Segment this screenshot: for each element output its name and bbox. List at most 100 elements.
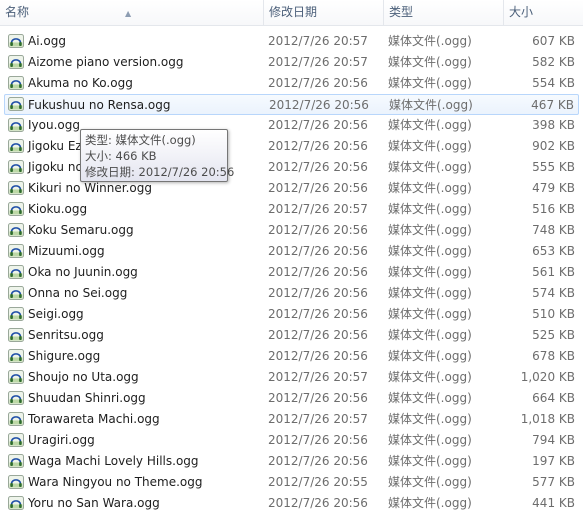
file-name: Mizuumi.ogg <box>28 244 105 258</box>
headphones-media-icon <box>8 159 24 175</box>
file-name: Torawareta Machi.ogg <box>28 412 160 426</box>
file-row[interactable]: Akuma no Ko.ogg 2012/7/26 20:56 媒体文件(.ogg)… <box>0 73 583 94</box>
file-row[interactable]: Ai.ogg 2012/7/26 20:57 媒体文件(.ogg) 607 KB <box>0 31 583 52</box>
file-size: 197 KB <box>532 454 575 468</box>
file-name: Seigi.ogg <box>28 307 84 321</box>
headphones-media-icon <box>8 390 24 406</box>
file-date: 2012/7/26 20:56 <box>269 98 369 112</box>
file-name: Uragiri.ogg <box>28 433 95 447</box>
headphones-media-icon <box>8 348 24 364</box>
headphones-media-icon <box>8 117 24 133</box>
file-date: 2012/7/26 20:57 <box>268 55 368 69</box>
headphones-media-icon <box>8 495 24 511</box>
file-row[interactable]: Shuudan Shinri.ogg 2012/7/26 20:56 媒体文件(.o… <box>0 388 583 409</box>
file-row[interactable]: Fukushuu no Rensa.ogg 2012/7/26 20:56 媒体文件… <box>4 94 579 115</box>
column-header-size-label: 大小 <box>509 5 534 19</box>
file-size: 574 KB <box>532 286 575 300</box>
file-name: Fukushuu no Rensa.ogg <box>28 98 171 112</box>
file-row[interactable]: Onna no Sei.ogg 2012/7/26 20:56 媒体文件(.ogg)… <box>0 283 583 304</box>
file-date: 2012/7/26 20:56 <box>268 139 368 153</box>
file-date: 2012/7/26 20:56 <box>268 181 368 195</box>
file-type: 媒体文件(.ogg) <box>388 349 472 363</box>
file-name: Ai.ogg <box>28 34 66 48</box>
file-row[interactable]: Shoujo no Uta.ogg 2012/7/26 20:57 媒体文件(.og… <box>0 367 583 388</box>
column-header-size[interactable]: 大小 <box>503 0 583 25</box>
file-name: Koku Semaru.ogg <box>28 223 134 237</box>
headphones-media-icon <box>8 285 24 301</box>
file-size: 510 KB <box>532 307 575 321</box>
file-list: Ai.ogg 2012/7/26 20:57 媒体文件(.ogg) 607 KB Aiz… <box>0 31 583 514</box>
file-type: 媒体文件(.ogg) <box>388 391 472 405</box>
file-type: 媒体文件(.ogg) <box>388 223 472 237</box>
file-type: 媒体文件(.ogg) <box>388 307 472 321</box>
file-date: 2012/7/26 20:56 <box>268 496 368 510</box>
file-name: Jigoku no <box>28 160 83 174</box>
file-size: 607 KB <box>532 34 575 48</box>
headphones-media-icon <box>8 474 24 490</box>
file-row[interactable]: Shigure.ogg 2012/7/26 20:56 媒体文件(.ogg) 678 … <box>0 346 583 367</box>
column-header-date-label: 修改日期 <box>269 5 318 19</box>
file-date: 2012/7/26 20:56 <box>268 160 368 174</box>
file-type: 媒体文件(.ogg) <box>388 412 472 426</box>
file-size: 441 KB <box>532 496 575 510</box>
file-type: 媒体文件(.ogg) <box>388 475 472 489</box>
file-name: Shoujo no Uta.ogg <box>28 370 139 384</box>
tooltip-date: 修改日期: 2012/7/26 20:56 <box>85 165 235 179</box>
file-row[interactable]: Seigi.ogg 2012/7/26 20:56 媒体文件(.ogg) 510 KB <box>0 304 583 325</box>
file-row[interactable]: Uragiri.ogg 2012/7/26 20:56 媒体文件(.ogg) 794 … <box>0 430 583 451</box>
file-row[interactable]: Oka no Juunin.ogg 2012/7/26 20:56 媒体文件(.og… <box>0 262 583 283</box>
file-date: 2012/7/26 20:56 <box>268 118 368 132</box>
headphones-media-icon <box>8 306 24 322</box>
tooltip-type: 类型: 媒体文件(.ogg) <box>85 133 196 147</box>
file-date: 2012/7/26 20:56 <box>268 307 368 321</box>
file-type: 媒体文件(.ogg) <box>388 328 472 342</box>
file-type: 媒体文件(.ogg) <box>389 98 473 112</box>
headphones-media-icon <box>8 432 24 448</box>
file-type: 媒体文件(.ogg) <box>388 244 472 258</box>
file-type: 媒体文件(.ogg) <box>388 370 472 384</box>
file-date: 2012/7/26 20:56 <box>268 223 368 237</box>
column-header-type-label: 类型 <box>389 5 414 19</box>
file-name: Wara Ningyou no Theme.ogg <box>28 475 203 489</box>
file-name: Yoru no San Wara.ogg <box>28 496 160 510</box>
file-row[interactable]: Koku Semaru.ogg 2012/7/26 20:56 媒体文件(.ogg)… <box>0 220 583 241</box>
file-row[interactable]: Senritsu.ogg 2012/7/26 20:56 媒体文件(.ogg) 525… <box>0 325 583 346</box>
file-name: Shigure.ogg <box>28 349 101 363</box>
headphones-media-icon <box>8 369 24 385</box>
file-date: 2012/7/26 20:56 <box>268 76 368 90</box>
file-name: Iyou.ogg <box>28 118 80 132</box>
file-date: 2012/7/26 20:57 <box>268 370 368 384</box>
file-row[interactable]: Torawareta Machi.ogg 2012/7/26 20:57 媒体文件(… <box>0 409 583 430</box>
file-type: 媒体文件(.ogg) <box>388 76 472 90</box>
file-date: 2012/7/26 20:56 <box>268 328 368 342</box>
tooltip-size: 大小: 466 KB <box>85 149 157 163</box>
file-row[interactable]: Yoru no San Wara.ogg 2012/7/26 20:56 媒体文件(… <box>0 493 583 514</box>
file-type: 媒体文件(.ogg) <box>388 34 472 48</box>
file-type: 媒体文件(.ogg) <box>388 55 472 69</box>
file-date: 2012/7/26 20:56 <box>268 433 368 447</box>
file-size: 561 KB <box>532 265 575 279</box>
file-row[interactable]: Mizuumi.ogg 2012/7/26 20:56 媒体文件(.ogg) 653 … <box>0 241 583 262</box>
headphones-media-icon <box>8 243 24 259</box>
file-row[interactable]: Wara Ningyou no Theme.ogg 2012/7/26 20:55… <box>0 472 583 493</box>
file-size: 577 KB <box>532 475 575 489</box>
headphones-media-icon <box>8 54 24 70</box>
file-type: 媒体文件(.ogg) <box>388 496 472 510</box>
file-name: Kioku.ogg <box>28 202 88 216</box>
file-date: 2012/7/26 20:57 <box>268 34 368 48</box>
column-header-date[interactable]: 修改日期 <box>263 0 383 25</box>
file-type: 媒体文件(.ogg) <box>388 454 472 468</box>
file-date: 2012/7/26 20:56 <box>268 244 368 258</box>
file-row[interactable]: Kioku.ogg 2012/7/26 20:57 媒体文件(.ogg) 516 KB <box>0 199 583 220</box>
column-header-name[interactable]: 名称 ▲ <box>0 0 263 25</box>
column-header-bar: 名称 ▲ 修改日期 类型 大小 <box>0 0 583 26</box>
file-date: 2012/7/26 20:57 <box>268 412 368 426</box>
file-date: 2012/7/26 20:55 <box>268 475 368 489</box>
file-row[interactable]: Aizome piano version.ogg 2012/7/26 20:57 媒… <box>0 52 583 73</box>
file-row[interactable]: Waga Machi Lovely Hills.ogg 2012/7/26 20:… <box>0 451 583 472</box>
file-size: 479 KB <box>532 181 575 195</box>
column-header-type[interactable]: 类型 <box>383 0 503 25</box>
file-type: 媒体文件(.ogg) <box>388 160 472 174</box>
file-name: Shuudan Shinri.ogg <box>28 391 146 405</box>
file-size: 653 KB <box>532 244 575 258</box>
